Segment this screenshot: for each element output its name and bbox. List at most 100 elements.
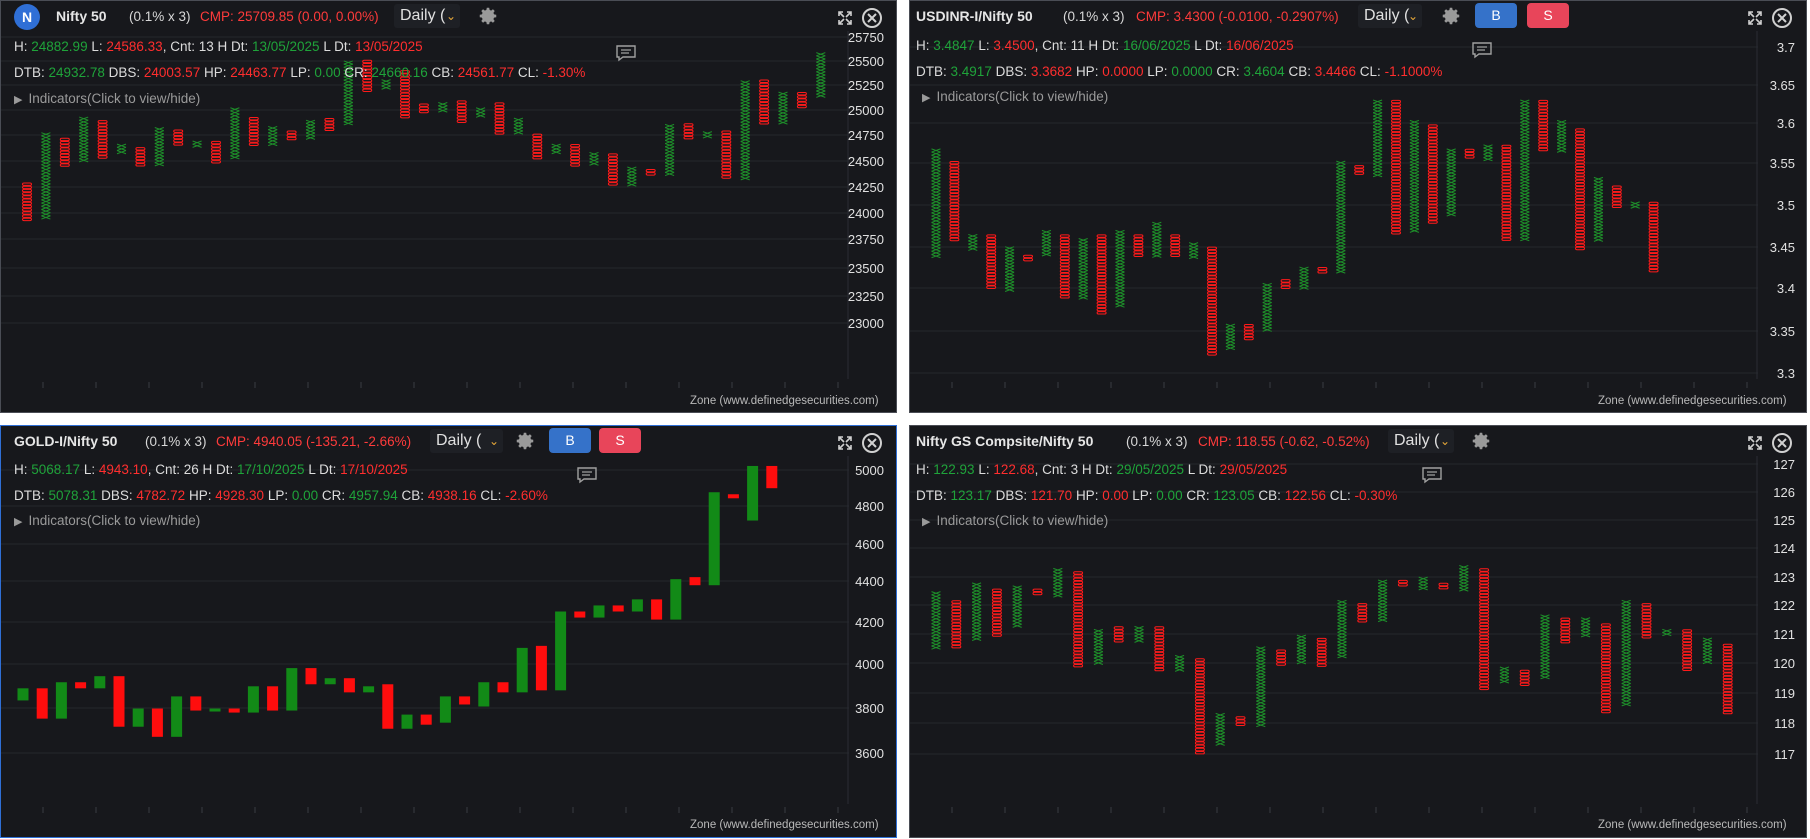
chart-panel-usdinr[interactable]: 3.7 3.65 3.6 3.55 3.5 3.45 3.4 3.35 3.3 USDINR-I… bbox=[909, 0, 1807, 413]
expand-icon[interactable] bbox=[1746, 434, 1764, 452]
candle-up bbox=[171, 696, 183, 737]
chart-panel-niftygs[interactable]: 127 126 125 124 123 122 121 120 119 118 117 Nifty … bbox=[909, 425, 1807, 838]
stats-line-1: H: 122.93 L: 122.68, Cnt: 3 H Dt: 29/05/… bbox=[916, 462, 1288, 477]
x-box bbox=[1115, 274, 1125, 279]
x-box bbox=[1520, 131, 1530, 136]
gear-icon[interactable] bbox=[477, 5, 499, 27]
o-box bbox=[570, 150, 581, 154]
indicators-toggle[interactable]: ▶ Indicators(Click to view/hide) bbox=[922, 513, 1108, 528]
indicators-toggle[interactable]: ▶ Indicators(Click to view/hide) bbox=[922, 89, 1108, 104]
x-box bbox=[1215, 735, 1225, 740]
x-box bbox=[1409, 209, 1420, 214]
o-box bbox=[1479, 673, 1490, 678]
o-box bbox=[949, 170, 960, 175]
x-box bbox=[513, 130, 524, 135]
x-box bbox=[1580, 630, 1591, 635]
o-column bbox=[1479, 568, 1490, 691]
o-box bbox=[1096, 285, 1107, 289]
o-box bbox=[1235, 722, 1246, 727]
box-size: (0.1% x 3) bbox=[1126, 434, 1188, 449]
sell-button[interactable]: S bbox=[599, 428, 641, 453]
o-box bbox=[1243, 336, 1254, 341]
x-box bbox=[1520, 115, 1530, 120]
buy-button[interactable]: B bbox=[1475, 3, 1517, 28]
x-box bbox=[1621, 635, 1631, 640]
o-box bbox=[949, 228, 960, 232]
x-box bbox=[1337, 628, 1347, 633]
plot-area[interactable]: 2575025500252502500024750245002425024000… bbox=[1, 1, 897, 413]
x-box bbox=[740, 169, 750, 174]
chart-panel-gold[interactable]: 5000 4800 4600 4400 4200 4000 3800 3600 GOLD-I/… bbox=[0, 425, 897, 838]
symbol-title[interactable]: GOLD-I/Nifty 50 bbox=[14, 433, 117, 449]
y-tick-label: 25500 bbox=[848, 54, 884, 69]
expand-icon[interactable] bbox=[836, 9, 854, 27]
x-box bbox=[1446, 177, 1456, 182]
gear-icon[interactable] bbox=[514, 430, 536, 452]
o-box bbox=[1641, 606, 1652, 610]
gear-icon[interactable] bbox=[1440, 5, 1462, 27]
x-box bbox=[1215, 712, 1225, 718]
o-box bbox=[721, 146, 732, 150]
o-box bbox=[1154, 642, 1165, 646]
timeframe-select[interactable]: Daily (⌄ bbox=[430, 429, 503, 453]
x-column bbox=[1225, 323, 1236, 351]
timeframe-select[interactable]: Daily (⌄ bbox=[1388, 429, 1454, 453]
timeframe-select[interactable]: Daily (⌄ bbox=[394, 4, 460, 28]
buy-button[interactable]: B bbox=[549, 428, 591, 453]
o-box bbox=[991, 614, 1002, 618]
x-axis-ticks bbox=[951, 807, 1748, 813]
o-box bbox=[570, 163, 581, 167]
o-column bbox=[1235, 716, 1246, 727]
x-box bbox=[1256, 652, 1266, 657]
comment-icon[interactable] bbox=[615, 44, 637, 62]
o-box bbox=[949, 199, 960, 203]
close-icon[interactable] bbox=[861, 7, 883, 29]
close-icon[interactable] bbox=[1771, 7, 1793, 29]
x-box bbox=[1115, 233, 1125, 238]
o-box bbox=[400, 89, 410, 93]
o-box bbox=[1501, 157, 1512, 161]
o-box bbox=[1073, 606, 1084, 610]
x-box bbox=[1446, 170, 1456, 175]
x-column bbox=[1446, 148, 1456, 217]
o-box bbox=[949, 164, 960, 168]
o-box bbox=[1317, 270, 1328, 274]
timeframe-select[interactable]: Daily (⌄ bbox=[1358, 4, 1422, 28]
symbol-title[interactable]: Nifty 50 bbox=[56, 8, 107, 24]
expand-icon[interactable] bbox=[836, 434, 854, 452]
sell-button[interactable]: S bbox=[1527, 3, 1569, 28]
x-box bbox=[931, 639, 941, 644]
candle-down bbox=[305, 668, 317, 685]
o-box bbox=[1600, 684, 1611, 688]
box-size: (0.1% x 3) bbox=[145, 434, 207, 449]
chart-panel-nifty50[interactable]: 25750 25500 25250 25000 24750 24500 24250 24000… bbox=[0, 0, 897, 413]
x-box bbox=[1593, 183, 1604, 188]
indicators-toggle[interactable]: ▶ Indicators(Click to view/hide) bbox=[14, 91, 200, 106]
gear-icon[interactable] bbox=[1470, 430, 1492, 452]
x-box bbox=[1621, 651, 1631, 656]
indicators-toggle[interactable]: ▶ Indicators(Click to view/hide) bbox=[14, 513, 200, 528]
expand-icon[interactable] bbox=[1746, 9, 1764, 27]
x-box bbox=[1152, 234, 1162, 239]
x-box bbox=[1115, 252, 1125, 257]
plot-area[interactable]: 3.73.653.63.553.53.453.43.353.3 bbox=[910, 1, 1807, 413]
o-box bbox=[991, 601, 1002, 605]
o-box bbox=[1096, 240, 1107, 245]
x-box bbox=[1256, 681, 1266, 686]
x-box bbox=[41, 167, 51, 172]
o-box bbox=[494, 131, 505, 135]
x-box bbox=[1446, 209, 1456, 214]
close-icon[interactable] bbox=[1771, 432, 1793, 454]
o-box bbox=[59, 163, 70, 167]
x-box bbox=[1174, 654, 1185, 660]
o-box bbox=[759, 79, 770, 83]
x-box bbox=[1093, 644, 1104, 649]
o-box bbox=[721, 165, 732, 170]
symbol-title[interactable]: USDINR-I/Nifty 50 bbox=[916, 8, 1033, 24]
close-icon[interactable] bbox=[861, 432, 883, 454]
comment-icon[interactable] bbox=[1471, 41, 1493, 59]
comment-icon[interactable] bbox=[576, 466, 598, 484]
o-box bbox=[986, 237, 997, 241]
comment-icon[interactable] bbox=[1421, 466, 1443, 484]
symbol-title[interactable]: Nifty GS Compsite/Nifty 50 bbox=[916, 433, 1093, 449]
